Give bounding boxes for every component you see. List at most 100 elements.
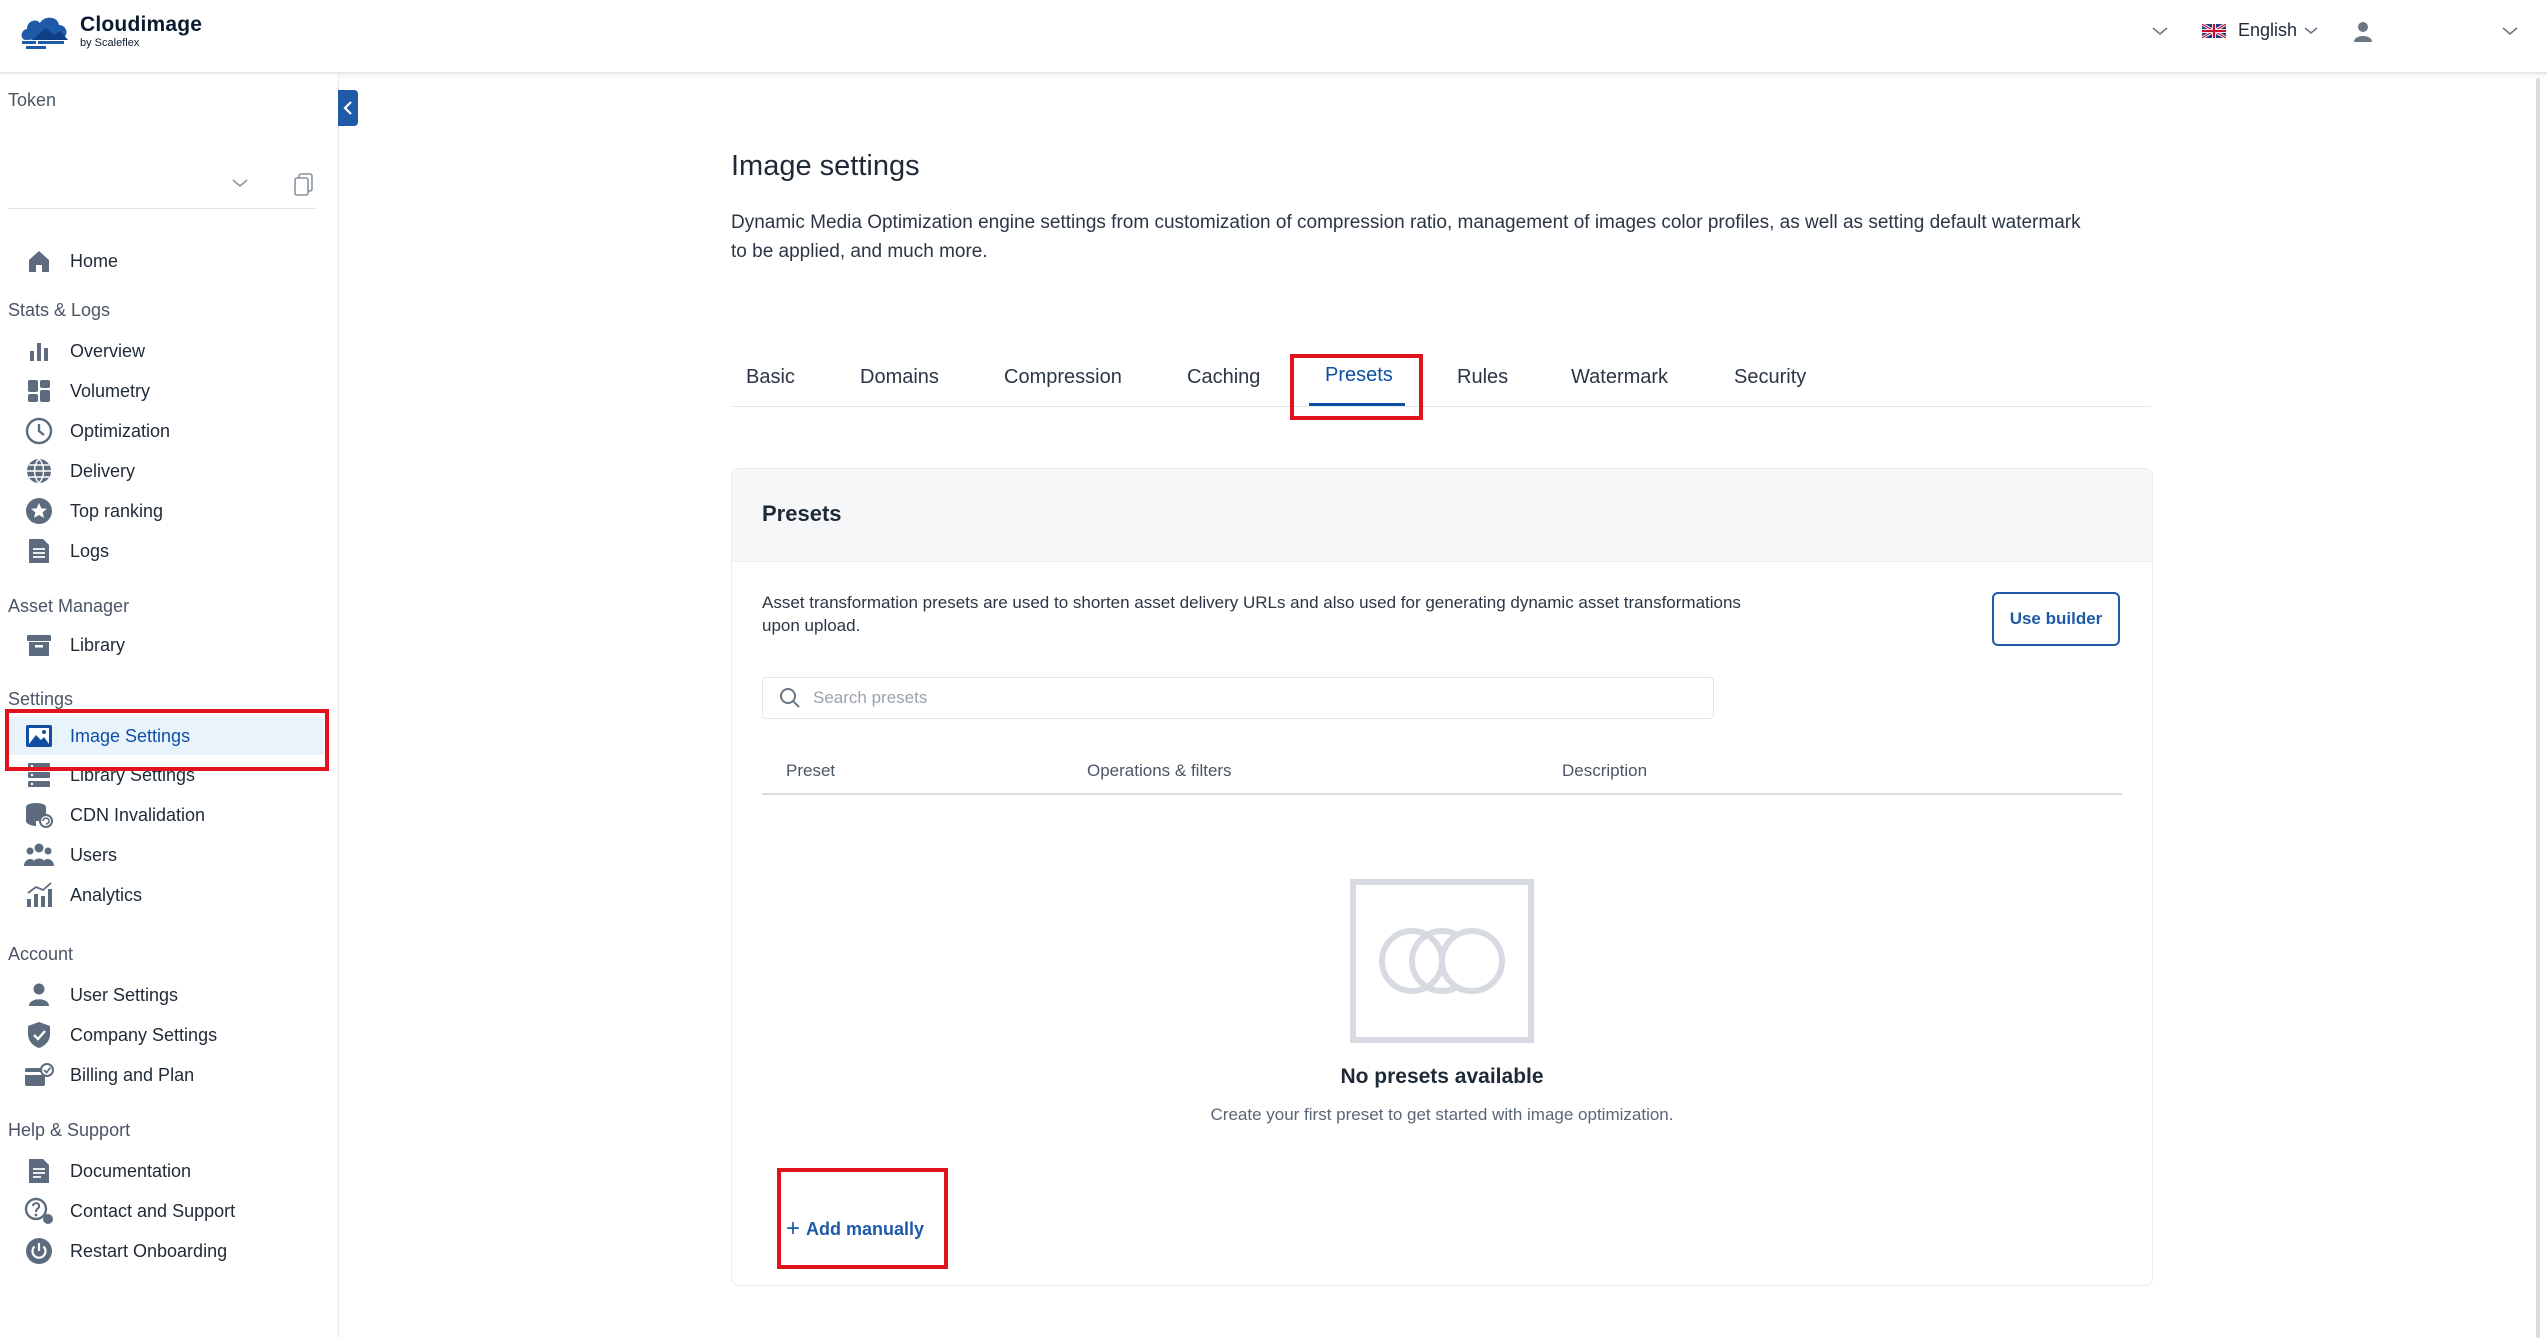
sidebar-item-label: Documentation	[70, 1160, 192, 1181]
sidebar-item-delivery[interactable]: Delivery	[8, 452, 324, 490]
sidebar-item-logs[interactable]: Logs	[8, 532, 324, 570]
clock-icon	[24, 416, 54, 446]
section-title-asset-manager: Asset Manager	[8, 596, 130, 616]
presets-card: Presets Asset transformation presets are…	[731, 468, 2153, 1286]
chevron-left-icon	[343, 101, 352, 115]
section-title-help: Help & Support	[8, 1120, 131, 1140]
search-icon	[780, 688, 800, 708]
page-description: Dynamic Media Optimization engine settin…	[731, 212, 2081, 262]
sidebar-item-label: Logs	[70, 540, 110, 561]
shield-check-icon	[24, 1020, 54, 1050]
dashboard-icon	[24, 376, 54, 406]
tab-basic[interactable]: Basic	[746, 366, 795, 389]
settings-tabs: Basic Domains Compression Caching Preset…	[731, 356, 2151, 407]
sidebar-item-restart-onboarding[interactable]: Restart Onboarding	[8, 1232, 324, 1270]
bar-chart-icon	[24, 336, 54, 366]
users-icon	[24, 840, 54, 870]
sidebar-item-contact-support[interactable]: Contact and Support	[8, 1192, 324, 1230]
sidebar-item-label: Library	[70, 634, 126, 655]
sidebar-item-billing[interactable]: Billing and Plan	[8, 1056, 324, 1094]
brand-name: Cloudimage	[80, 12, 203, 36]
top-header: Cloudimage by Scaleflex English	[0, 0, 2547, 74]
home-icon	[24, 246, 54, 276]
column-header-preset[interactable]: Preset	[786, 761, 835, 781]
archive-icon	[24, 630, 54, 660]
sidebar-item-label: Company Settings	[70, 1024, 218, 1045]
token-label: Token	[8, 90, 57, 110]
uk-flag-icon	[2202, 23, 2226, 38]
sidebar-item-users[interactable]: Users	[8, 836, 324, 874]
column-header-operations[interactable]: Operations & filters	[1087, 761, 1232, 781]
search-input[interactable]	[811, 687, 1695, 709]
sidebar-item-analytics[interactable]: Analytics	[8, 876, 324, 914]
tab-rules[interactable]: Rules	[1457, 366, 1508, 389]
sidebar-item-library[interactable]: Library	[8, 626, 324, 664]
chevron-down-icon[interactable]	[2500, 24, 2520, 38]
token-selector[interactable]	[8, 164, 316, 209]
sidebar-item-cdn-invalidation[interactable]: CDN Invalidation	[8, 796, 324, 834]
presets-description: Asset transformation presets are used to…	[762, 593, 1741, 635]
power-icon	[24, 1236, 54, 1266]
section-title-stats: Stats & Logs	[8, 300, 111, 320]
sidebar-item-label: CDN Invalidation	[70, 804, 206, 825]
sidebar-item-volumetry[interactable]: Volumetry	[8, 372, 324, 410]
star-icon	[24, 496, 54, 526]
section-title-account: Account	[8, 944, 74, 964]
presets-card-header: Presets	[732, 469, 2152, 562]
sidebar-item-overview[interactable]: Overview	[8, 332, 324, 370]
annotation-highlight-image-settings	[5, 709, 329, 771]
chevron-down-icon	[2304, 26, 2318, 34]
tab-caching[interactable]: Caching	[1187, 366, 1260, 389]
brand-subtitle: by Scaleflex	[80, 36, 140, 49]
analytics-icon	[24, 880, 54, 910]
tab-security[interactable]: Security	[1734, 366, 1806, 389]
sidebar-collapse-button[interactable]	[338, 90, 358, 126]
database-refresh-icon	[24, 800, 54, 830]
language-selector[interactable]: English	[2202, 20, 2319, 41]
tab-watermark[interactable]: Watermark	[1571, 366, 1668, 389]
sidebar-item-label: Volumetry	[70, 380, 151, 401]
section-title-settings: Settings	[8, 689, 74, 709]
copy-icon[interactable]	[293, 172, 315, 198]
globe-icon	[24, 456, 54, 486]
chevron-down-icon[interactable]	[230, 176, 250, 190]
sidebar-item-label: Delivery	[70, 460, 136, 481]
empty-state-illustration-icon	[1350, 879, 1534, 1043]
brand-logo[interactable]: Cloudimage by Scaleflex	[18, 10, 202, 52]
sidebar-item-documentation[interactable]: Documentation	[8, 1152, 324, 1190]
annotation-highlight-add-manually	[777, 1168, 948, 1269]
sidebar-item-label: User Settings	[70, 984, 179, 1005]
document-list-icon	[24, 536, 54, 566]
sidebar-item-user-settings[interactable]: User Settings	[8, 976, 324, 1014]
sidebar-item-label: Restart Onboarding	[70, 1240, 228, 1261]
empty-state-title: No presets available	[1340, 1065, 1544, 1088]
sidebar-item-optimization[interactable]: Optimization	[8, 412, 324, 450]
sidebar-item-company-settings[interactable]: Company Settings	[8, 1016, 324, 1054]
tab-domains[interactable]: Domains	[860, 366, 939, 389]
support-chat-icon	[24, 1196, 54, 1226]
search-presets-field[interactable]	[762, 677, 1714, 719]
sidebar-item-label: Overview	[70, 340, 146, 361]
language-label: English	[2238, 20, 2298, 40]
annotation-highlight-presets-tab	[1290, 354, 1423, 420]
sidebar-item-label: Billing and Plan	[70, 1064, 195, 1085]
billing-icon	[24, 1060, 54, 1090]
sidebar-item-home[interactable]: Home	[8, 242, 324, 280]
sidebar-item-label: Top ranking	[70, 500, 164, 521]
page-scrollbar[interactable]	[2536, 78, 2540, 1338]
cloudimage-logo-icon	[21, 17, 68, 49]
page-title: Image settings	[731, 150, 920, 182]
column-header-description[interactable]: Description	[1562, 761, 1647, 781]
sidebar-item-label: Home	[70, 250, 119, 271]
sidebar-item-label: Contact and Support	[70, 1200, 236, 1221]
tab-compression[interactable]: Compression	[1004, 366, 1122, 389]
sidebar-item-top-ranking[interactable]: Top ranking	[8, 492, 324, 530]
sidebar: Token Home Stats & Logs Overview Volumet…	[0, 74, 339, 1338]
chevron-down-icon[interactable]	[2150, 24, 2170, 38]
use-builder-button[interactable]: Use builder	[1992, 592, 2120, 646]
sidebar-item-label: Analytics	[70, 884, 143, 905]
user-icon	[24, 980, 54, 1010]
user-icon[interactable]	[2352, 20, 2374, 44]
presets-table-header: Preset Operations & filters Description	[762, 755, 2122, 795]
sidebar-item-label: Users	[70, 844, 118, 865]
